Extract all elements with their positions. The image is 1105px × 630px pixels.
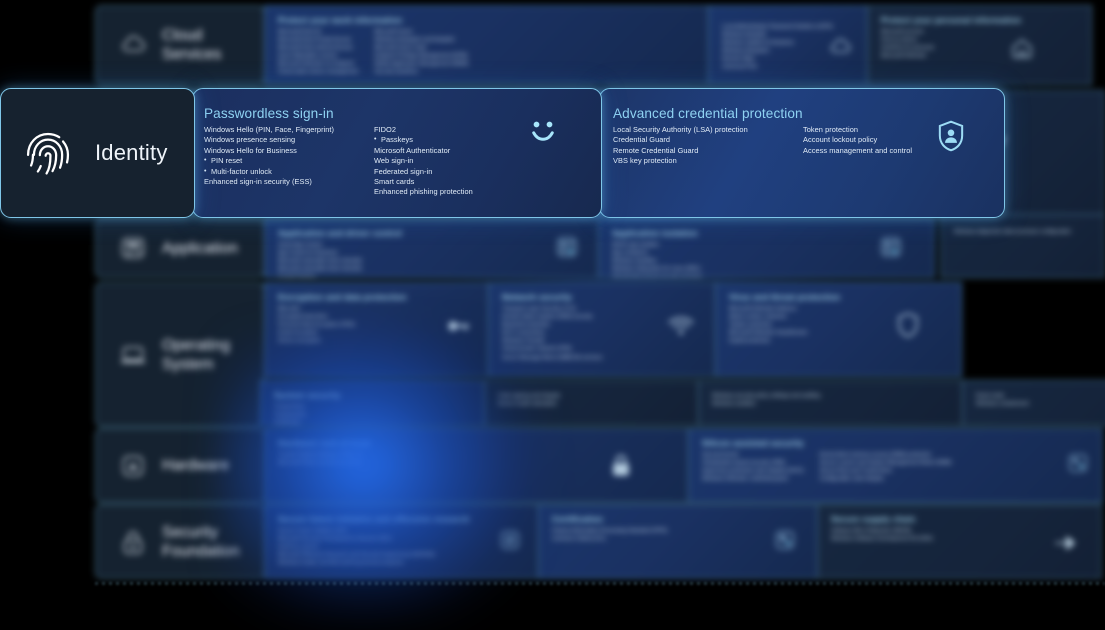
list-item: VBS key protection — [613, 156, 677, 166]
list-item: Passkeys — [374, 135, 473, 146]
lock-chip-icon — [613, 454, 629, 476]
pane-system-security-col4: Kiosk mode Windows containment — [962, 380, 1105, 426]
list-item: Credential Guard — [613, 135, 671, 145]
application-icon — [121, 237, 145, 259]
pane-certification: Certification Federal Information Proces… — [538, 504, 818, 579]
credential-column-2: Token protection Account lockout policy … — [803, 125, 912, 167]
pane-title: System security — [274, 390, 341, 400]
pane-title: Application and driver control — [278, 228, 403, 238]
fingerprint-icon — [26, 132, 70, 175]
app-isolation-icon — [881, 237, 901, 257]
list-item: Enhanced phishing protection — [374, 187, 473, 197]
pane-system-security: System security Trusted Boot Cryptograph… — [260, 380, 485, 426]
stack-row-cloud-services: Cloud Services Protect your work informa… — [95, 5, 1092, 85]
row-label-application: Application — [95, 218, 265, 278]
pane-title: Application isolation — [612, 228, 698, 238]
list-item: PIN reset — [204, 156, 374, 167]
silicon-icon — [1069, 454, 1087, 472]
list-item: Windows Hello (PIN, Face, Fingerprint) — [204, 125, 335, 134]
pane-secure-supply-chain: Secure supply chain Software Bill of Mat… — [817, 504, 1102, 579]
credential-column-1: Local Security Authority (LSA) protectio… — [613, 125, 803, 167]
key-icon — [448, 321, 469, 331]
list-item: Smart cards — [374, 177, 415, 187]
stack-side-column-privacy-note: Windows diagnostic data processor config… — [940, 214, 1105, 278]
list-item: Account lockout policy — [803, 135, 878, 145]
pane-title: Encryption and data protection — [278, 292, 407, 302]
advanced-credential-protection-card[interactable]: Advanced credential protection Local Sec… — [599, 88, 1005, 218]
passwordless-column-1: Windows Hello (PIN, Face, Fingerprint) W… — [204, 125, 374, 198]
pane-title: Silicon assisted security — [702, 438, 804, 448]
pane-privacy-note: Windows diagnostic data processor config… — [940, 214, 1105, 278]
pane-title: Certification — [552, 514, 604, 524]
stack-row-hardware: Hardware Hardware root-of-trust Trusted … — [95, 428, 1103, 503]
pane-column: Kernel direct memory access (DMA) protec… — [819, 452, 952, 483]
identity-label-text: Identity — [95, 140, 168, 165]
row-label-text-1: Cloud — [162, 27, 203, 44]
home-icon — [1012, 39, 1032, 58]
app-control-icon — [557, 237, 577, 257]
pane-application-driver-control: Application and driver control Smart App… — [264, 218, 599, 278]
cloud-icon — [830, 38, 851, 53]
pane-work-information-extra: Local Administrator Password Solution (L… — [708, 5, 868, 85]
pane-title: Protect your personal information — [881, 15, 1022, 25]
pane-protect-personal-information: Protect your personal information Micros… — [867, 5, 1092, 85]
pane-title: Virus and threat protection — [729, 292, 841, 302]
pane-title: Secure supply chain — [831, 514, 916, 524]
list-item: Federated sign-in — [374, 166, 433, 176]
security-stack-diagram: Cloud Services Protect your work informa… — [0, 0, 1105, 630]
list-item: Local Security Authority (LSA) protectio… — [613, 125, 748, 134]
pane-system-security-col2: Code signing and integrity Device health… — [484, 380, 699, 426]
pane-application-isolation: Application isolation Win32 app isolatio… — [598, 218, 935, 278]
pane-title: Protect your work information — [278, 15, 403, 25]
shield-person-icon — [938, 120, 964, 152]
certificate-icon — [776, 531, 794, 549]
cloud-icon — [122, 35, 146, 52]
pane-secure-future-initiative: Secure future initiative and offensive r… — [264, 504, 539, 579]
pane-virus-threat-protection: Virus and threat protection Microsoft De… — [715, 282, 962, 377]
list-item: Remote Credential Guard — [613, 145, 699, 155]
row-label-hardware: Hardware — [95, 428, 265, 503]
pane-silicon-assisted-security: Silicon assisted security Secured kernel… — [688, 428, 1103, 503]
list-item: Access management and control — [803, 145, 913, 155]
stack-row-application: Application Application and driver contr… — [95, 218, 935, 278]
supply-chain-icon — [1055, 536, 1076, 550]
pane-column: Secured kernel Virtualization-based secu… — [702, 452, 804, 483]
list-item: Windows presence sensing — [204, 135, 296, 145]
pane-hardware-root-of-trust: Hardware root-of-trust Trusted Platform … — [264, 428, 689, 503]
list-item: Web sign-in — [374, 156, 414, 166]
research-icon — [501, 531, 519, 549]
pane-title: Network security — [502, 292, 573, 302]
row-label-security-foundation: Security Foundation — [95, 504, 265, 579]
row-label-cloud-services: Cloud Services — [95, 5, 265, 85]
stack-row-security-foundation: Security Foundation Secure future initia… — [95, 504, 1102, 579]
pane-column: Microsoft Intune Windows Autopatch and A… — [374, 29, 469, 76]
passwordless-signin-card[interactable]: Passwordless sign-in Windows Hello (PIN,… — [192, 88, 602, 218]
list-item: Enhanced sign-in security (ESS) — [204, 177, 312, 187]
list-item: FIDO2 — [374, 125, 397, 134]
list-item: Multi-factor unlock — [204, 167, 374, 178]
list-item: Token protection — [803, 125, 859, 134]
list-item: Microsoft Authenticator — [374, 145, 451, 155]
passwordless-column-2: FIDO2 Passkeys Microsoft Authenticator W… — [374, 125, 473, 198]
row-label-text-2: Services — [162, 46, 222, 63]
list-item: Windows Hello for Business — [204, 145, 297, 155]
pane-title: Hardware root-of-trust — [278, 438, 371, 448]
pane-encryption-data-protection: Encryption and data protection BitLocker… — [264, 282, 489, 377]
padlock-icon — [123, 530, 143, 554]
laptop-icon — [120, 346, 146, 363]
wifi-icon — [668, 317, 694, 335]
pane-protect-work-information: Protect your work information Microsoft … — [264, 5, 709, 85]
windows-hello-smiley-icon — [532, 121, 554, 141]
pane-title: Secure future initiative and offensive r… — [278, 514, 470, 524]
stack-row-system-security: System security Trusted Boot Cryptograph… — [260, 380, 1105, 426]
identity-row-highlight: Identity Passwordless sign-in Windows He… — [0, 88, 1005, 218]
pane-network-security: Network security Transport Layer Securit… — [488, 282, 716, 377]
chip-icon — [122, 455, 144, 476]
shield-icon — [898, 312, 918, 338]
pane-column: Microsoft Entra ID Microsoft Entra Priva… — [278, 29, 359, 76]
pane-system-security-col3: Windows security policy settings and aud… — [698, 380, 963, 426]
row-label-operating-system: Operating System — [95, 282, 265, 427]
identity-label-cell[interactable]: Identity — [0, 88, 195, 218]
